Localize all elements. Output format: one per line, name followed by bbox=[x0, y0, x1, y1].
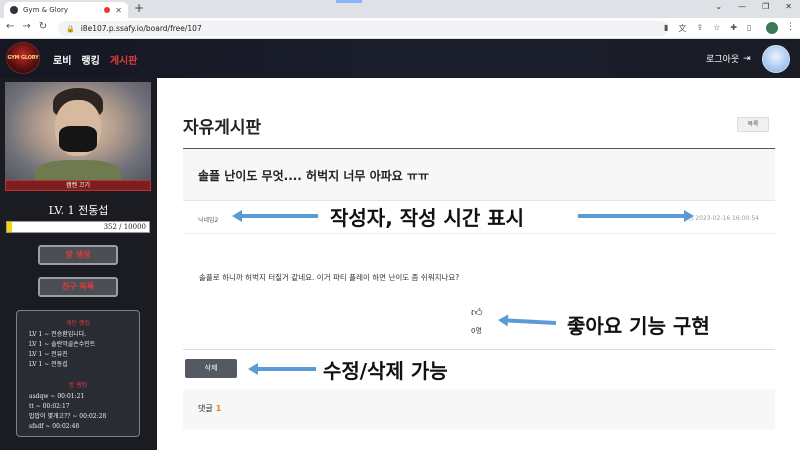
arrow-delete-head bbox=[248, 363, 258, 375]
annotation-edit-delete: 수정/삭제 가능 bbox=[323, 359, 448, 383]
arrow-delete bbox=[248, 363, 316, 375]
arrow-date bbox=[578, 210, 694, 222]
arrow-author-head bbox=[232, 210, 242, 222]
arrow-like-shaft bbox=[507, 318, 557, 325]
arrow-like-head bbox=[498, 314, 509, 327]
annotation-like: 좋아요 기능 구현 bbox=[567, 314, 710, 338]
annotation-author-time: 작성자, 작성 시간 표시 bbox=[330, 206, 525, 230]
arrow-author bbox=[232, 210, 318, 222]
arrow-group bbox=[232, 210, 694, 375]
arrow-date-head bbox=[684, 210, 694, 222]
arrow-like bbox=[498, 314, 557, 327]
